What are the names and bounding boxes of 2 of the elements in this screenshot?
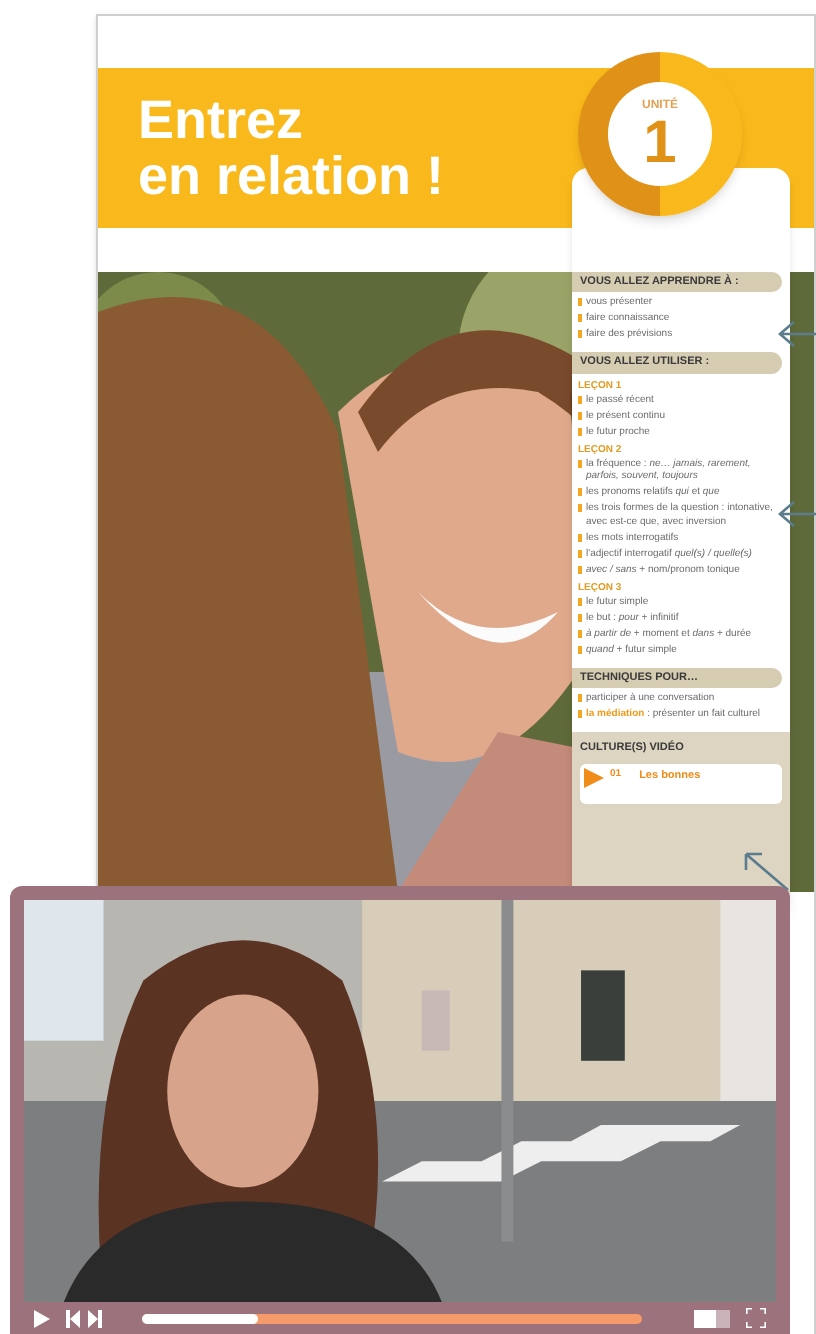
unit-number: 1 <box>643 115 677 171</box>
unit-title: Entrez en relation ! <box>138 92 445 204</box>
